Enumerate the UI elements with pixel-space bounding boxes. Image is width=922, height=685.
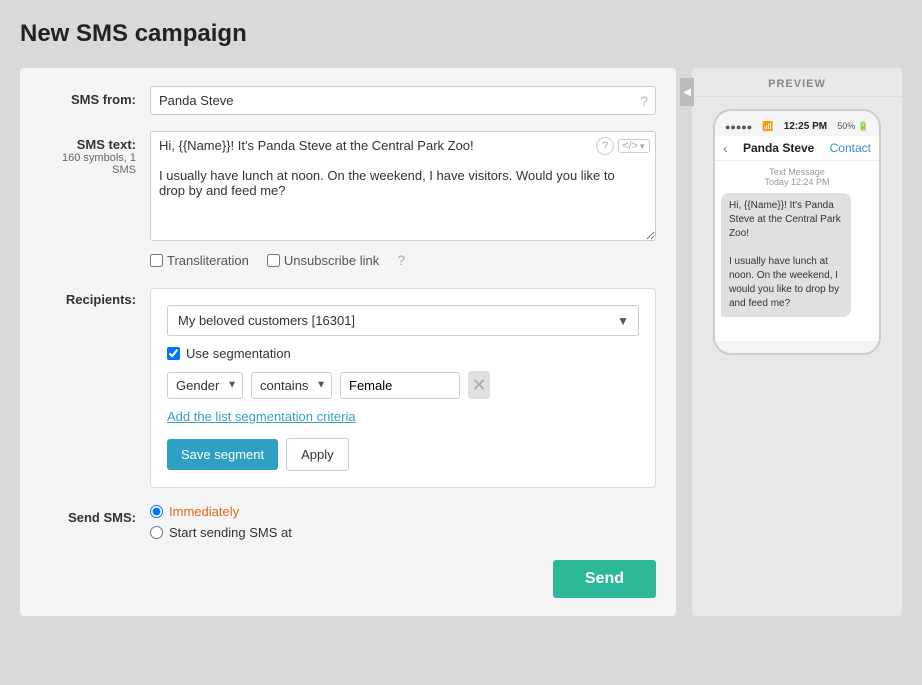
phone-battery-display: 50% 🔋 (837, 121, 869, 132)
preview-header: PREVIEW (692, 68, 902, 97)
form-panel: SMS from: ? SMS text: 160 symbols, 1 SMS… (20, 68, 676, 616)
sms-text-row: SMS text: 160 symbols, 1 SMS Hi, {{Name}… (40, 131, 656, 268)
seg-field-select[interactable]: Gender (167, 372, 243, 399)
sms-from-input[interactable] (150, 86, 656, 115)
page-container: New SMS campaign SMS from: ? SMS text: 1… (0, 0, 922, 685)
sms-from-input-wrap: ? (150, 86, 656, 115)
sms-from-control: ? (150, 86, 656, 115)
phone-back-button: ‹ (723, 140, 728, 156)
recipients-row: Recipients: My beloved customers [16301]… (40, 284, 656, 488)
phone-time-display: 12:25 PM (784, 121, 827, 132)
phone-mockup: ●●●●● 📶 12:25 PM 50% 🔋 ‹ Panda Steve Con… (713, 109, 881, 355)
send-sms-control: Immediately Start sending SMS at (150, 504, 656, 540)
phone-nav-bar: ‹ Panda Steve Contact (715, 136, 879, 161)
apply-button[interactable]: Apply (286, 438, 349, 471)
seg-value-input[interactable] (340, 372, 460, 399)
help-icon-btn[interactable]: ? (596, 137, 614, 155)
seg-operator-select[interactable]: contains (251, 372, 332, 399)
sms-text-label: SMS text: 160 symbols, 1 SMS (40, 131, 150, 176)
send-button-wrap: Send (40, 560, 656, 598)
send-sms-label: Send SMS: (40, 504, 150, 525)
sms-from-label: SMS from: (40, 86, 150, 107)
unsubscribe-link-checkbox-label[interactable]: Unsubscribe link (267, 253, 379, 268)
code-icon-btn[interactable]: </> ▼ (618, 139, 650, 153)
seg-remove-button[interactable]: ✕ (468, 371, 490, 399)
send-immediately-radio-label[interactable]: Immediately (150, 504, 656, 519)
recipients-control: My beloved customers [16301] ▼ Use segme… (150, 284, 656, 488)
send-immediately-radio[interactable] (150, 505, 163, 518)
phone-message-bubble: Hi, {{Name}}! It's Panda Steve at the Ce… (721, 193, 851, 317)
segmentation-criteria-row: Gender ▼ contains ▼ ✕ (167, 371, 639, 399)
transliteration-checkbox[interactable] (150, 254, 163, 267)
send-button[interactable]: Send (553, 560, 656, 598)
use-segmentation-label[interactable]: Use segmentation (167, 346, 639, 361)
preview-panel: PREVIEW ◀ ●●●●● 📶 12:25 PM 50% 🔋 ‹ (692, 68, 902, 616)
code-icon: </> (622, 140, 638, 152)
sms-from-row: SMS from: ? (40, 86, 656, 115)
sms-textarea-wrap: Hi, {{Name}}! It's Panda Steve at the Ce… (150, 131, 656, 246)
phone-wifi-icon: 📶 (762, 121, 773, 132)
transliteration-checkbox-label[interactable]: Transliteration (150, 253, 249, 268)
recipients-select-wrap: My beloved customers [16301] ▼ (167, 305, 639, 336)
page-title: New SMS campaign (20, 20, 902, 48)
unsubscribe-link-checkbox[interactable] (267, 254, 280, 267)
send-at-radio[interactable] (150, 526, 163, 539)
main-layout: SMS from: ? SMS text: 160 symbols, 1 SMS… (20, 68, 902, 616)
save-segment-button[interactable]: Save segment (167, 439, 278, 470)
textarea-icon-group: ? </> ▼ (596, 137, 650, 155)
send-sms-row: Send SMS: Immediately Start sending SMS … (40, 504, 656, 540)
use-segmentation-checkbox[interactable] (167, 347, 180, 360)
seg-operator-wrap: contains ▼ (251, 372, 332, 399)
checkbox-row: Transliteration Unsubscribe link ? (150, 252, 656, 268)
send-time-radio-group: Immediately Start sending SMS at (150, 504, 656, 540)
seg-field-wrap: Gender ▼ (167, 372, 243, 399)
send-at-radio-label[interactable]: Start sending SMS at (150, 525, 656, 540)
segment-actions: Save segment Apply (167, 438, 639, 471)
recipients-select[interactable]: My beloved customers [16301] (167, 305, 639, 336)
checkbox-row-help-icon[interactable]: ? (397, 252, 405, 268)
recipients-box: My beloved customers [16301] ▼ Use segme… (150, 288, 656, 488)
sms-text-control: Hi, {{Name}}! It's Panda Steve at the Ce… (150, 131, 656, 268)
sms-text-input[interactable]: Hi, {{Name}}! It's Panda Steve at the Ce… (150, 131, 656, 241)
phone-signal-dots: ●●●●● (725, 122, 752, 132)
phone-status-bar: ●●●●● 📶 12:25 PM 50% 🔋 (715, 119, 879, 136)
preview-toggle-button[interactable]: ◀ (680, 78, 694, 106)
phone-contact-link: Contact (830, 141, 871, 155)
phone-message-time: Text Message Today 12:24 PM (721, 167, 873, 187)
code-dropdown-arrow: ▼ (638, 142, 646, 151)
add-criteria-link[interactable]: Add the list segmentation criteria (167, 409, 356, 424)
phone-message-area: Text Message Today 12:24 PM Hi, {{Name}}… (715, 161, 879, 341)
battery-icon: 🔋 (858, 121, 869, 131)
recipients-label: Recipients: (40, 284, 150, 307)
phone-contact-name: Panda Steve (743, 141, 814, 155)
